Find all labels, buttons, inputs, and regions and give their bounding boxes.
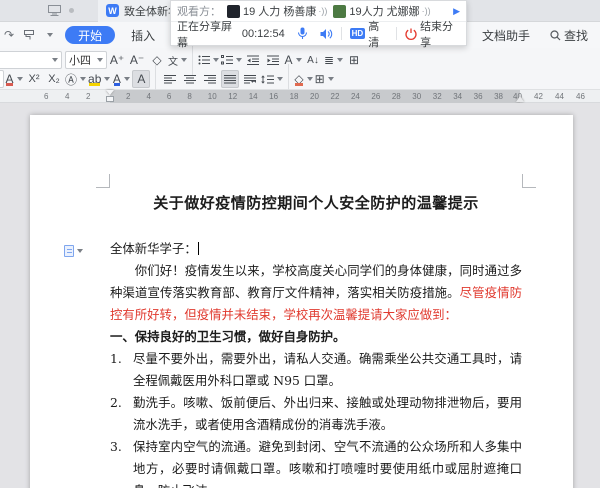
highlight-color-icon[interactable]: ab <box>88 70 110 88</box>
search-icon <box>550 30 561 41</box>
left-indent-marker[interactable] <box>106 96 114 102</box>
record-dot-icon[interactable] <box>69 8 74 13</box>
redo-icon[interactable]: ↷ <box>4 28 14 42</box>
section-heading: 一、保持良好的卫生习惯，做好自身防护。 <box>110 326 522 348</box>
hd-badge-icon: HD <box>350 28 366 39</box>
subscript-icon[interactable]: X₂ <box>45 70 63 88</box>
document-page[interactable]: 关于做好疫情防控期间个人安全防护的温馨提示 全体新华学子： 你们好！疫情发生以来… <box>30 115 573 488</box>
align-distribute-icon[interactable] <box>241 70 259 88</box>
character-shading-icon[interactable]: A <box>132 70 150 88</box>
salutation-line: 全体新华学子： <box>110 238 522 260</box>
pinyin-guide-icon[interactable]: 文 <box>168 51 187 69</box>
tab-insert[interactable]: 插入 <box>131 27 155 44</box>
align-right-icon[interactable] <box>201 70 219 88</box>
find-button[interactable]: 查找 <box>550 27 588 44</box>
increase-font-icon[interactable]: A⁺ <box>108 51 126 69</box>
expand-viewers-icon[interactable]: ▶ <box>453 6 460 17</box>
bullets-icon[interactable] <box>198 51 219 69</box>
font-name-combo[interactable] <box>0 51 62 69</box>
paragraph-layout-button[interactable] <box>64 245 83 257</box>
end-share-button[interactable]: 结束分享 <box>420 18 460 50</box>
list-item: 3. 保持室内空气的流通。避免到封闭、空气不流通的公众场所和人多集中地方，必要时… <box>110 436 522 488</box>
format-painter-icon[interactable] <box>23 29 35 41</box>
viewer-avatar <box>227 5 240 18</box>
list-item: 1. 尽量不要外出，需要外出，请私人交通。确需乘坐公共交通工具时，请全程佩戴医用… <box>110 348 522 392</box>
fill-color-icon[interactable]: ◇ <box>294 70 312 88</box>
font-color-icon[interactable]: A <box>112 70 130 88</box>
sort-icon[interactable]: A↓ <box>304 51 322 69</box>
sharing-status: 正在分享屏幕 <box>177 18 237 50</box>
paragraph-layout-icon <box>64 245 74 257</box>
screen-share-overlay: 观看方： 19 人力 杨善康 ·)) 19人力 尤娜娜 ·)) ▶ 正在分享屏幕… <box>170 0 467 46</box>
ruler: 6422468101214161820222426283032343638404… <box>0 90 600 103</box>
viewer-avatar <box>333 5 346 18</box>
wps-logo-icon: W <box>106 4 119 17</box>
align-justify-icon[interactable] <box>221 70 239 88</box>
tab-home[interactable]: 开始 <box>65 26 115 44</box>
increase-indent-icon[interactable] <box>264 51 282 69</box>
underline-color-icon[interactable]: A <box>5 70 23 88</box>
numbering-icon[interactable] <box>221 51 242 69</box>
wps-window: W 致全体新华学子的一封信 ↷ 开始 插入 页面布局 文档助手 查找 小四 A⁺… <box>0 0 600 488</box>
decrease-font-icon[interactable]: A⁻ <box>128 51 146 69</box>
share-controls-row: 正在分享屏幕 00:12:54 HD 高清 结束分享 <box>171 22 466 45</box>
power-icon <box>405 28 417 40</box>
draw-table-icon[interactable]: ⊞ <box>345 51 363 69</box>
intro-paragraph: 你们好！疫情发生以来，学校高度关心同学们的身体健康，同时通过多种渠道宣传落实教育… <box>110 260 522 326</box>
document-content[interactable]: 关于做好疫情防控期间个人安全防护的温馨提示 全体新华学子： 你们好！疫情发生以来… <box>30 115 573 488</box>
sharing-timer: 00:12:54 <box>242 28 285 40</box>
clear-format-icon[interactable]: ◇ <box>148 51 166 69</box>
monitor-icon[interactable] <box>48 5 61 16</box>
speaking-icon: ·)) <box>318 6 327 16</box>
align-center-icon[interactable] <box>181 70 199 88</box>
borders-icon[interactable]: ⊞ <box>315 70 334 88</box>
speaker-button[interactable] <box>320 28 333 40</box>
document-area: 关于做好疫情防控期间个人安全防护的温馨提示 全体新华学子： 你们好！疫情发生以来… <box>0 103 600 488</box>
font-size-combo[interactable]: 小四 <box>65 51 107 69</box>
superscript-icon[interactable]: X² <box>25 70 43 88</box>
align-left-icon[interactable] <box>161 70 179 88</box>
doc-assistant-button[interactable]: 文档助手 <box>482 27 530 44</box>
first-line-indent-marker[interactable] <box>106 90 114 95</box>
enclose-character-icon[interactable]: Ⓐ <box>65 70 86 88</box>
paragraph-settings-icon[interactable]: ≣ <box>324 51 343 69</box>
speaking-icon: ·)) <box>422 6 431 16</box>
list-item: 2. 勤洗手。咳嗽、饭前便后、外出归来、接触或处理动物排泄物后，要用流水洗手，或… <box>110 392 522 436</box>
document-title: 关于做好疫情防控期间个人安全防护的温馨提示 <box>110 193 522 213</box>
line-spacing-icon[interactable] <box>261 70 283 88</box>
quickbar-dropdown-icon[interactable] <box>47 33 53 37</box>
text-cursor <box>198 242 200 255</box>
viewer-name: 19 人力 杨善康 <box>243 3 316 19</box>
microphone-button[interactable] <box>297 27 308 40</box>
text-tools-icon[interactable]: A <box>284 51 302 69</box>
home-toolbar: 小四 A⁺ A⁻ ◇ 文 A A↓ ≣ ⊞ A <box>0 48 600 90</box>
decrease-indent-icon[interactable] <box>244 51 262 69</box>
hd-quality-button[interactable]: 高清 <box>368 18 388 50</box>
font-style-combo[interactable] <box>0 70 4 88</box>
right-indent-marker[interactable] <box>516 96 524 102</box>
